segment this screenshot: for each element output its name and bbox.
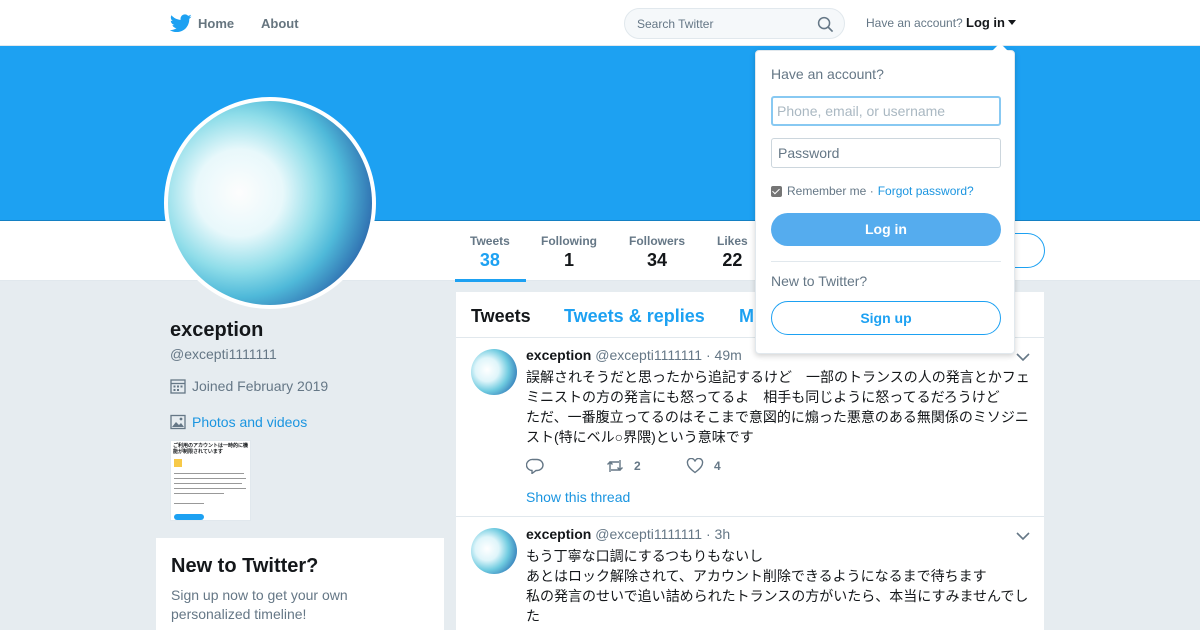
active-stat-indicator — [455, 279, 526, 282]
tab-media[interactable]: M — [739, 306, 754, 327]
remember-me-label[interactable]: Remember me · — [787, 184, 874, 198]
like-button[interactable]: 4 — [686, 458, 766, 474]
heart-icon — [686, 458, 704, 474]
thumbnail-line — [174, 483, 242, 484]
thumbnail-title: ご利用のアカウントは一時的に機能が制限されています — [173, 443, 249, 455]
twitter-bird-icon — [170, 13, 192, 32]
tweet-avatar[interactable] — [471, 349, 517, 395]
nav-home-link[interactable]: Home — [170, 13, 234, 33]
tweet-text-line: ただ、一番腹立ってるのはそこまで意図的に煽った悪意のある無関係のミソジニ — [526, 409, 1029, 425]
thumbnail-line — [174, 478, 246, 479]
retweet-button[interactable]: 2 — [606, 458, 686, 474]
remember-me-checkbox[interactable] — [771, 185, 782, 197]
show-thread-link[interactable]: Show this thread — [526, 489, 630, 505]
tweet-author-handle[interactable]: @excepti1111111 — [595, 347, 702, 363]
stat-followers[interactable]: Followers 34 — [629, 234, 685, 271]
thumbnail-line — [174, 493, 224, 494]
tweet-text: 誤解されそうだと思ったから追記するけど 一部のトランスの人の発言とかフェ ミニス… — [526, 367, 1034, 447]
tweet-text-line: スト(特にベル○界隈)という意味です — [526, 429, 754, 445]
stat-value: 22 — [722, 250, 743, 270]
login-dropdown-title: Have an account? — [771, 66, 884, 82]
calendar-icon — [170, 379, 186, 394]
stat-tweets[interactable]: Tweets 38 — [470, 234, 510, 271]
caret-down-icon — [1008, 20, 1016, 25]
tweet[interactable]: exception @excepti1111111 · 3h もう丁寧な口調にす… — [456, 517, 1044, 630]
stat-label: Followers — [629, 234, 686, 248]
avatar-image — [168, 101, 372, 305]
username-placeholder: Phone, email, or username — [777, 103, 946, 119]
thumbnail-badge — [174, 459, 182, 467]
retweet-icon — [607, 460, 623, 472]
tweet-header: exception @excepti1111111 · 3h — [526, 526, 730, 542]
login-dropdown-toggle[interactable]: Log in — [966, 15, 1016, 30]
profile-handle: @excepti1111111 — [170, 346, 277, 362]
tweet-avatar[interactable] — [471, 528, 517, 574]
tweet[interactable]: exception @excepti1111111 · 49m 誤解されそうだと… — [456, 338, 1044, 517]
nav-about-link[interactable]: About — [261, 16, 299, 31]
image-icon — [170, 414, 186, 430]
new-to-twitter-label: New to Twitter? — [771, 273, 868, 289]
profile-name: exception — [170, 319, 264, 341]
forgot-password-link[interactable]: Forgot password? — [878, 184, 974, 198]
password-placeholder: Password — [778, 145, 840, 161]
tweet-text-line: 私の発言のせいで追い詰められたトランスの方がいたら、本当にすみませんでし — [526, 588, 1029, 604]
tweet-text-line: ミニストの方の発言にも怒ってるよ 相手も同じように怒ってるだろうけど — [526, 389, 1000, 405]
search-input[interactable]: Search Twitter — [624, 8, 845, 39]
stat-value: 34 — [646, 250, 668, 270]
stat-label: Following — [541, 234, 597, 248]
tab-tweets-replies[interactable]: Tweets & replies — [564, 306, 705, 327]
tweet-text-line: 誤解されそうだと思ったから追記するけど 一部のトランスの人の発言とかフェ — [526, 369, 1030, 385]
password-field[interactable]: Password — [771, 138, 1001, 168]
tweet-author-name[interactable]: exception — [526, 347, 591, 363]
profile-joined: Joined February 2019 — [170, 378, 328, 394]
username-field[interactable]: Phone, email, or username — [771, 96, 1001, 126]
reply-icon — [526, 458, 544, 474]
tweet-author-handle[interactable]: @excepti1111111 — [595, 526, 702, 542]
signup-button[interactable]: Sign up — [771, 301, 1001, 335]
nav-home-label: Home — [198, 15, 235, 31]
thumbnail-line — [174, 503, 204, 504]
stat-likes[interactable]: Likes 22 — [717, 234, 748, 271]
tweet-text-line: あとはロック解除されて、アカウント削除できるようになるまで待ちます — [526, 568, 987, 584]
tweet-time[interactable]: · 49m — [706, 347, 742, 363]
tweet-text-line: た — [526, 608, 540, 624]
thumbnail-button — [174, 514, 204, 520]
tweet-actions: 2 4 — [526, 458, 766, 474]
login-button[interactable]: Log in — [771, 213, 1001, 246]
new-to-twitter-card: New to Twitter? Sign up now to get your … — [156, 538, 444, 630]
have-account-text: Have an account? — [866, 16, 963, 30]
tab-tweets[interactable]: Tweets — [471, 306, 531, 327]
divider — [771, 261, 1001, 262]
tweet-text: もう丁寧な口調にするつもりもないし あとはロック解除されて、アカウント削除できる… — [526, 546, 1034, 626]
reply-button[interactable] — [526, 458, 606, 474]
chevron-down-icon[interactable] — [1016, 352, 1030, 362]
thumbnail-line — [174, 473, 244, 474]
photos-videos-link[interactable]: Photos and videos — [170, 414, 307, 430]
thumbnail-line — [174, 488, 246, 489]
login-dropdown: Have an account? Phone, email, or userna… — [755, 43, 1015, 354]
top-nav-bar: Home About Search Twitter Have an accoun… — [0, 0, 1200, 46]
media-thumbnail[interactable]: ご利用のアカウントは一時的に機能が制限されています — [170, 440, 251, 521]
stat-following[interactable]: Following 1 — [541, 234, 597, 271]
retweet-count: 2 — [634, 459, 641, 473]
stat-label: Tweets — [470, 234, 510, 248]
remember-me-row: Remember me · Forgot password? — [771, 184, 974, 198]
tweet-header: exception @excepti1111111 · 49m — [526, 347, 742, 363]
profile-avatar[interactable] — [164, 97, 376, 309]
stat-value: 1 — [563, 250, 574, 270]
search-placeholder: Search Twitter — [637, 17, 714, 31]
tweet-time[interactable]: · 3h — [706, 526, 730, 542]
login-toggle-label: Log in — [966, 15, 1005, 30]
search-icon[interactable] — [817, 16, 834, 33]
photos-videos-label: Photos and videos — [192, 414, 308, 430]
stat-label: Likes — [717, 234, 748, 248]
chevron-down-icon[interactable] — [1016, 531, 1030, 541]
new-to-twitter-text: Sign up now to get your own personalized… — [171, 587, 348, 622]
joined-text: Joined February 2019 — [192, 378, 329, 394]
tweet-author-name[interactable]: exception — [526, 526, 591, 542]
like-count: 4 — [714, 459, 721, 473]
new-to-twitter-title: New to Twitter? — [171, 555, 319, 577]
tweet-text-line: もう丁寧な口調にするつもりもないし — [526, 548, 764, 564]
stat-value: 38 — [479, 250, 500, 270]
